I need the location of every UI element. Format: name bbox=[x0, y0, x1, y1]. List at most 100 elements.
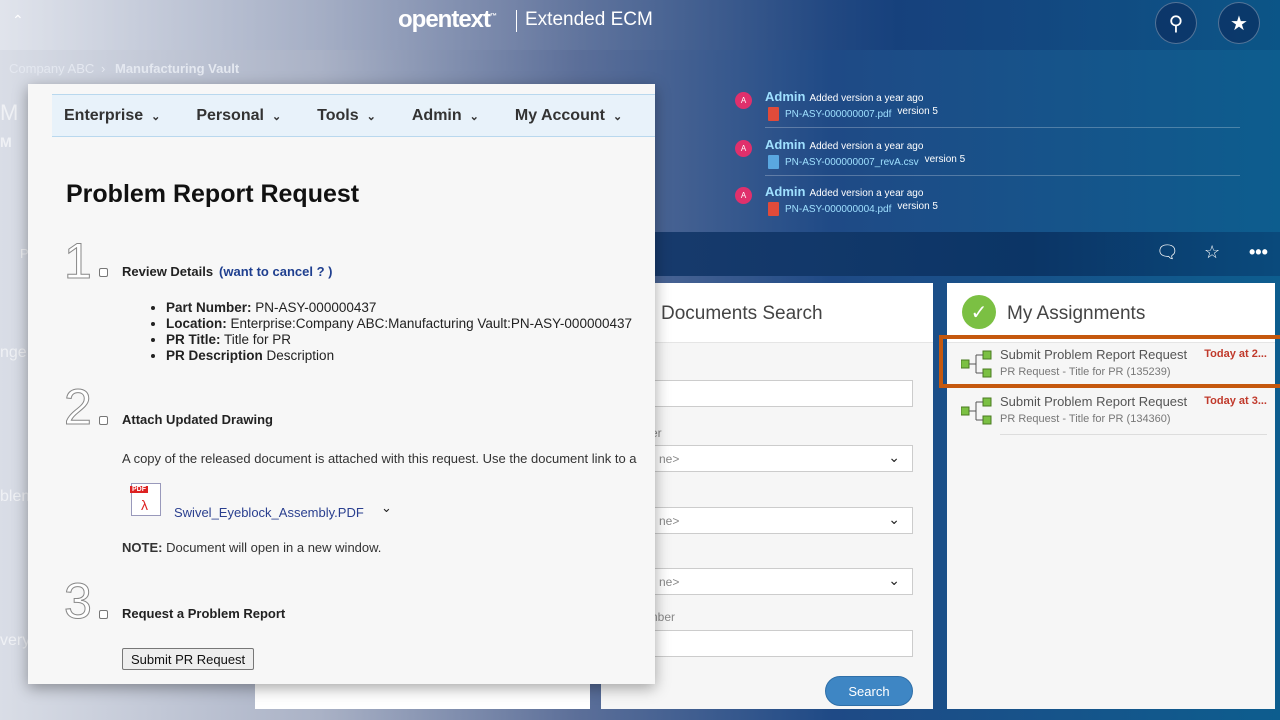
field-value: ne> bbox=[659, 514, 680, 528]
pdf-badge: PDF bbox=[130, 486, 148, 493]
step-checkbox[interactable] bbox=[99, 416, 108, 425]
pdf-file-icon: PDF λ bbox=[130, 483, 161, 516]
chevron-down-icon: ⌄ bbox=[469, 110, 479, 123]
nav-my-account[interactable]: My Account ⌄ bbox=[515, 107, 622, 125]
breadcrumb-current: Manufacturing Vault bbox=[115, 61, 240, 76]
panel-title: My Assignments bbox=[1007, 303, 1146, 324]
workflow-icon bbox=[961, 397, 992, 425]
document-link[interactable]: Swivel_Eyeblock_Assembly.PDF bbox=[174, 505, 364, 520]
step-number: 2 bbox=[64, 379, 93, 435]
step-number: 1 bbox=[64, 233, 93, 289]
user-name[interactable]: Admin bbox=[765, 184, 805, 199]
divider bbox=[765, 127, 1240, 128]
file-link[interactable]: PN-ASY-000000007_revA.csv bbox=[785, 157, 919, 168]
nav-label: Admin bbox=[411, 106, 462, 124]
search-button[interactable]: ⚲ bbox=[1155, 2, 1197, 44]
note: NOTE: Document will open in a new window… bbox=[122, 540, 381, 555]
ghost-text: nge bbox=[0, 344, 27, 361]
assignment-title: Submit Problem Report Request bbox=[1000, 394, 1188, 409]
note-label: NOTE: bbox=[122, 540, 163, 555]
ghost-text: M bbox=[0, 134, 12, 150]
ghost-text: very bbox=[0, 632, 31, 649]
modal-nav: Enterprise ⌄ Personal ⌄ Tools ⌄ Admin ⌄ My A… bbox=[52, 94, 655, 137]
cancel-link[interactable]: (want to cancel ? ) bbox=[219, 264, 332, 279]
file-link[interactable]: PN-ASY-000000004.pdf bbox=[785, 204, 891, 215]
detail-label: PR Description bbox=[166, 348, 263, 363]
activity-user[interactable]: Admin Added version a year ago bbox=[765, 89, 923, 104]
detail-value: Title for PR bbox=[224, 332, 292, 347]
nav-label: Personal bbox=[196, 106, 264, 124]
step-checkbox[interactable] bbox=[99, 268, 108, 277]
search-icon: ⚲ bbox=[1168, 12, 1184, 35]
step-number: 3 bbox=[64, 573, 93, 629]
pdf-file-icon bbox=[768, 202, 779, 216]
nav-admin[interactable]: Admin ⌄ bbox=[412, 107, 479, 125]
nav-label: Tools bbox=[317, 106, 359, 124]
more-icon[interactable]: ••• bbox=[1249, 242, 1268, 263]
step-title: Review Details (want to cancel ? ) bbox=[122, 264, 332, 279]
search-submit-button[interactable]: Search bbox=[825, 676, 913, 706]
assignment-subtitle: PR Request - Title for PR (134360) bbox=[1000, 413, 1171, 425]
nav-label: My Account bbox=[514, 106, 605, 124]
detail-pr-title: PR Title: Title for PR bbox=[166, 332, 632, 348]
assignment-item[interactable]: Submit Problem Report Request Today at 3… bbox=[947, 388, 1275, 435]
detail-value: Enterprise:Company ABC:Manufacturing Vau… bbox=[230, 316, 632, 331]
activity-user[interactable]: Admin Added version a year ago bbox=[765, 184, 923, 199]
chevron-down-icon[interactable]: ⌄ bbox=[381, 500, 392, 516]
logo-text: opentext bbox=[398, 6, 491, 33]
collapse-caret-icon[interactable]: ⌃ bbox=[12, 12, 24, 29]
detail-label: Part Number: bbox=[166, 300, 252, 315]
breadcrumb-separator: › bbox=[101, 61, 106, 76]
chevron-down-icon: ⌄ bbox=[366, 110, 376, 123]
field-value: ne> bbox=[659, 575, 680, 589]
toolbar-band bbox=[655, 232, 1280, 276]
activity-message: Added version a year ago bbox=[809, 188, 924, 199]
avatar: A bbox=[735, 140, 752, 157]
activity-message: Added version a year ago bbox=[809, 93, 924, 104]
detail-pr-description: PR Description Description bbox=[166, 348, 632, 364]
user-name[interactable]: Admin bbox=[765, 137, 805, 152]
avatar: A bbox=[735, 92, 752, 109]
activity-user[interactable]: Admin Added version a year ago bbox=[765, 137, 923, 152]
divider bbox=[1000, 434, 1267, 435]
opentext-logo: opentext™ bbox=[398, 6, 497, 34]
nav-enterprise[interactable]: Enterprise ⌄ bbox=[64, 107, 160, 125]
assignment-due: Today at 3... bbox=[1204, 395, 1267, 407]
nav-tools[interactable]: Tools ⌄ bbox=[317, 107, 376, 125]
attach-description: A copy of the released document is attac… bbox=[122, 451, 637, 466]
step-checkbox[interactable] bbox=[99, 610, 108, 619]
star-icon: ★ bbox=[1230, 12, 1248, 35]
nav-label: Enterprise bbox=[64, 106, 144, 124]
submit-pr-request-button[interactable]: Submit PR Request bbox=[122, 648, 255, 670]
page-title: Problem Report Request bbox=[66, 180, 360, 208]
logo-tm: ™ bbox=[490, 13, 497, 20]
chevron-down-icon: ⌄ bbox=[271, 110, 282, 123]
file-version: version 5 bbox=[924, 153, 966, 165]
details-list: Part Number: PN-ASY-000000437 Location: … bbox=[166, 300, 632, 364]
file-link[interactable]: PN-ASY-000000007.pdf bbox=[785, 109, 891, 120]
note-text: Document will open in a new window. bbox=[166, 540, 382, 555]
detail-label: PR Title: bbox=[166, 332, 221, 347]
favorites-button[interactable]: ★ bbox=[1218, 2, 1260, 44]
chevron-down-icon: ⌄ bbox=[151, 110, 161, 123]
panel-title: Documents Search bbox=[661, 303, 823, 324]
chevron-down-icon: ⌄ bbox=[888, 572, 900, 588]
detail-location: Location: Enterprise:Company ABC:Manufac… bbox=[166, 316, 632, 332]
product-name: Extended ECM bbox=[525, 9, 653, 30]
comment-icon[interactable]: 🗨 bbox=[1156, 242, 1179, 263]
chevron-down-icon: ⌄ bbox=[888, 511, 900, 527]
step-title: Request a Problem Report bbox=[122, 606, 286, 621]
detail-part-number: Part Number: PN-ASY-000000437 bbox=[166, 300, 632, 316]
ghost-text: M bbox=[0, 100, 19, 125]
chevron-down-icon: ⌄ bbox=[888, 449, 900, 465]
detail-value: PN-ASY-000000437 bbox=[255, 300, 377, 315]
chevron-down-icon: ⌄ bbox=[612, 110, 623, 123]
breadcrumb-company[interactable]: Company ABC bbox=[9, 61, 94, 76]
user-name[interactable]: Admin bbox=[765, 89, 805, 104]
field-value: ne> bbox=[659, 452, 680, 466]
nav-personal[interactable]: Personal ⌄ bbox=[196, 107, 281, 125]
file-version: version 5 bbox=[897, 200, 938, 212]
step-title: Attach Updated Drawing bbox=[122, 412, 273, 427]
detail-value: Description bbox=[266, 348, 335, 363]
star-outline-icon[interactable]: ☆ bbox=[1204, 242, 1220, 263]
